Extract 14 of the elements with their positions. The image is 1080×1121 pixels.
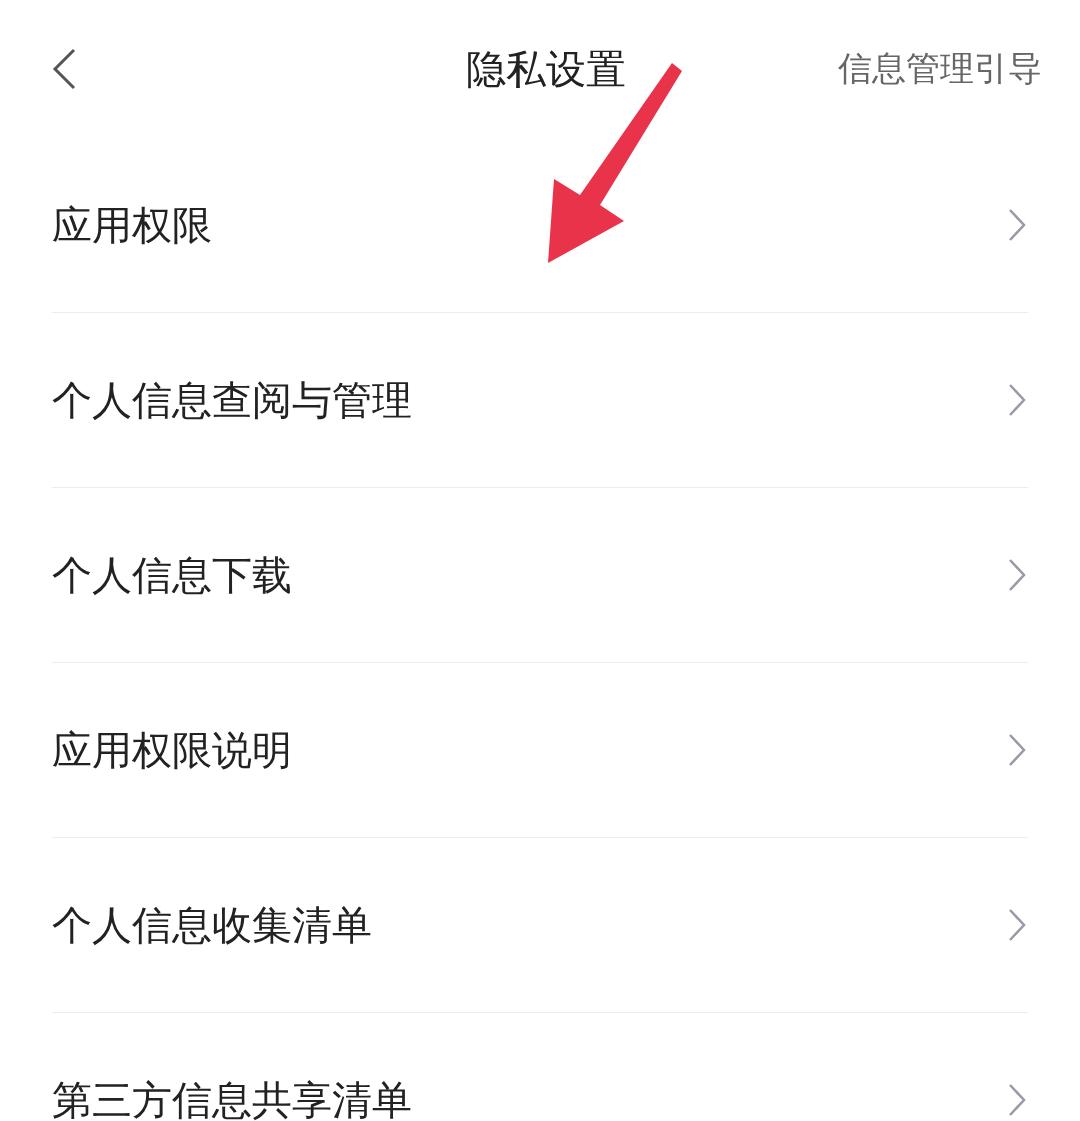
settings-row[interactable]: 应用权限说明 xyxy=(52,663,1028,838)
settings-row[interactable]: 个人信息查阅与管理 xyxy=(52,313,1028,488)
chevron-right-icon xyxy=(1008,1083,1026,1117)
chevron-right-icon xyxy=(1008,908,1026,942)
settings-row[interactable]: 个人信息下载 xyxy=(52,488,1028,663)
guide-link[interactable]: 信息管理引导 xyxy=(838,46,1042,92)
settings-row[interactable]: 个人信息收集清单 xyxy=(52,838,1028,1013)
back-button[interactable] xyxy=(50,47,78,91)
chevron-right-icon xyxy=(1008,733,1026,767)
settings-row[interactable]: 第三方信息共享清单 xyxy=(52,1013,1028,1121)
chevron-right-icon xyxy=(1008,208,1026,242)
page-title: 隐私设置 xyxy=(466,44,626,94)
chevron-right-icon xyxy=(1008,558,1026,592)
chevron-right-icon xyxy=(1008,383,1026,417)
